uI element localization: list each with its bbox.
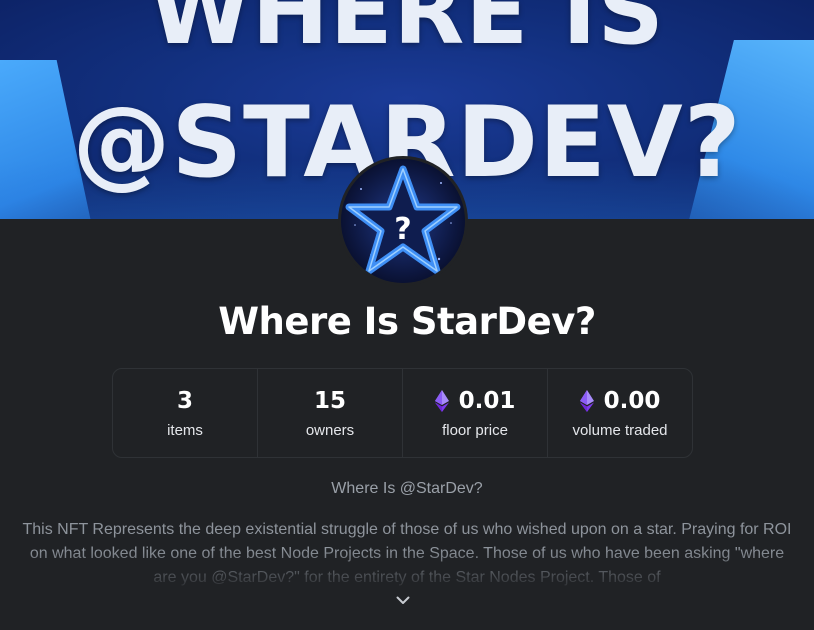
star-question-icon: ? [341, 159, 465, 283]
chevron-down-icon [396, 596, 410, 604]
expand-description-button[interactable] [394, 591, 412, 609]
collection-subtitle: Where Is @StarDev? [331, 480, 483, 497]
stat-items-number: 3 [176, 387, 193, 414]
stat-floor-price-value: 0.01 [434, 387, 516, 414]
stat-items-value: 3 [177, 388, 193, 414]
stat-floor-price-number: 0.01 [458, 387, 516, 414]
ethereum-icon [434, 389, 449, 412]
stat-owners-label: owners [305, 421, 355, 439]
collection-description: This NFT Represents the deep existential… [22, 521, 792, 586]
collection-page: WHERE IS @STARDEV? ? Where Is StarDev? 3… [0, 0, 814, 630]
stat-items[interactable]: 3 items [113, 369, 258, 457]
stat-volume-traded[interactable]: 0.00 volume traded [548, 369, 692, 457]
stat-volume-traded-label: volume traded [572, 421, 668, 439]
stat-items-label: items [167, 421, 203, 439]
avatar-image: ? [341, 159, 465, 283]
stat-volume-traded-number: 0.00 [603, 387, 661, 414]
stat-owners-value: 15 [314, 388, 346, 414]
stat-volume-traded-value: 0.00 [579, 387, 661, 414]
avatar-question-mark: ? [394, 212, 411, 247]
collection-avatar[interactable]: ? [338, 156, 468, 286]
collection-title: Where Is StarDev? [218, 300, 596, 343]
stat-floor-price[interactable]: 0.01 floor price [403, 369, 548, 457]
collection-stats: 3 items 15 owners 0.01 floor price 0.00 … [112, 368, 693, 458]
stat-owners-number: 15 [313, 387, 346, 414]
stat-owners[interactable]: 15 owners [258, 369, 403, 457]
ethereum-icon [579, 389, 594, 412]
stat-floor-price-label: floor price [442, 421, 508, 439]
banner-text-line1: WHERE IS [149, 0, 665, 65]
